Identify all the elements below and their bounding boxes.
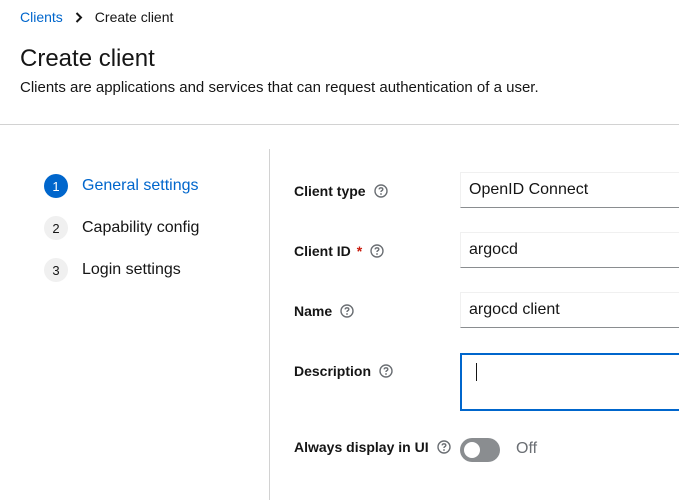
- help-icon[interactable]: [379, 364, 393, 378]
- always-display-toggle[interactable]: [460, 438, 500, 462]
- header-divider: [0, 124, 679, 125]
- step-label: General settings: [82, 177, 199, 194]
- description-label-group: Description: [294, 363, 393, 379]
- wizard-step-capability-config[interactable]: 2 Capability config: [44, 216, 199, 240]
- name-label: Name: [294, 303, 333, 319]
- step-number: 3: [44, 258, 68, 282]
- client-id-input[interactable]: argocd: [460, 232, 679, 268]
- step-number: 2: [44, 216, 68, 240]
- client-id-label-group: Client ID *: [294, 243, 384, 259]
- step-number: 1: [44, 174, 68, 198]
- client-type-label-group: Client type: [294, 183, 388, 199]
- help-icon[interactable]: [340, 304, 354, 318]
- help-icon[interactable]: [373, 184, 388, 198]
- wizard-step-login-settings[interactable]: 3 Login settings: [44, 258, 199, 282]
- toggle-knob: [464, 442, 480, 458]
- description-label: Description: [294, 363, 372, 379]
- description-textarea[interactable]: [460, 353, 679, 411]
- wizard-step-general-settings[interactable]: 1 General settings: [44, 174, 199, 198]
- chevron-right-icon: [75, 11, 83, 23]
- name-input[interactable]: argocd client: [460, 292, 679, 328]
- required-mark: *: [356, 243, 363, 259]
- breadcrumb-current: Create client: [94, 9, 174, 25]
- breadcrumb-link-clients[interactable]: Clients: [20, 9, 63, 25]
- wizard-divider: [269, 149, 270, 500]
- breadcrumb: Clients Create client: [20, 9, 173, 25]
- client-id-label: Client ID: [294, 243, 351, 259]
- wizard-steps: 1 General settings 2 Capability config 3…: [44, 174, 199, 300]
- client-type-label: Client type: [294, 183, 366, 199]
- always-display-label: Always display in UI: [294, 439, 429, 455]
- text-caret: [476, 363, 477, 381]
- always-display-state: Off: [516, 440, 538, 457]
- help-icon[interactable]: [436, 440, 451, 454]
- name-label-group: Name: [294, 303, 354, 319]
- help-icon[interactable]: [370, 244, 384, 258]
- client-type-select[interactable]: OpenID Connect: [460, 172, 679, 208]
- step-label: Login settings: [82, 261, 181, 278]
- page-title: Create client: [20, 45, 155, 72]
- step-label: Capability config: [82, 219, 200, 236]
- page-description: Clients are applications and services th…: [20, 79, 539, 96]
- always-display-label-group: Always display in UI: [294, 439, 451, 455]
